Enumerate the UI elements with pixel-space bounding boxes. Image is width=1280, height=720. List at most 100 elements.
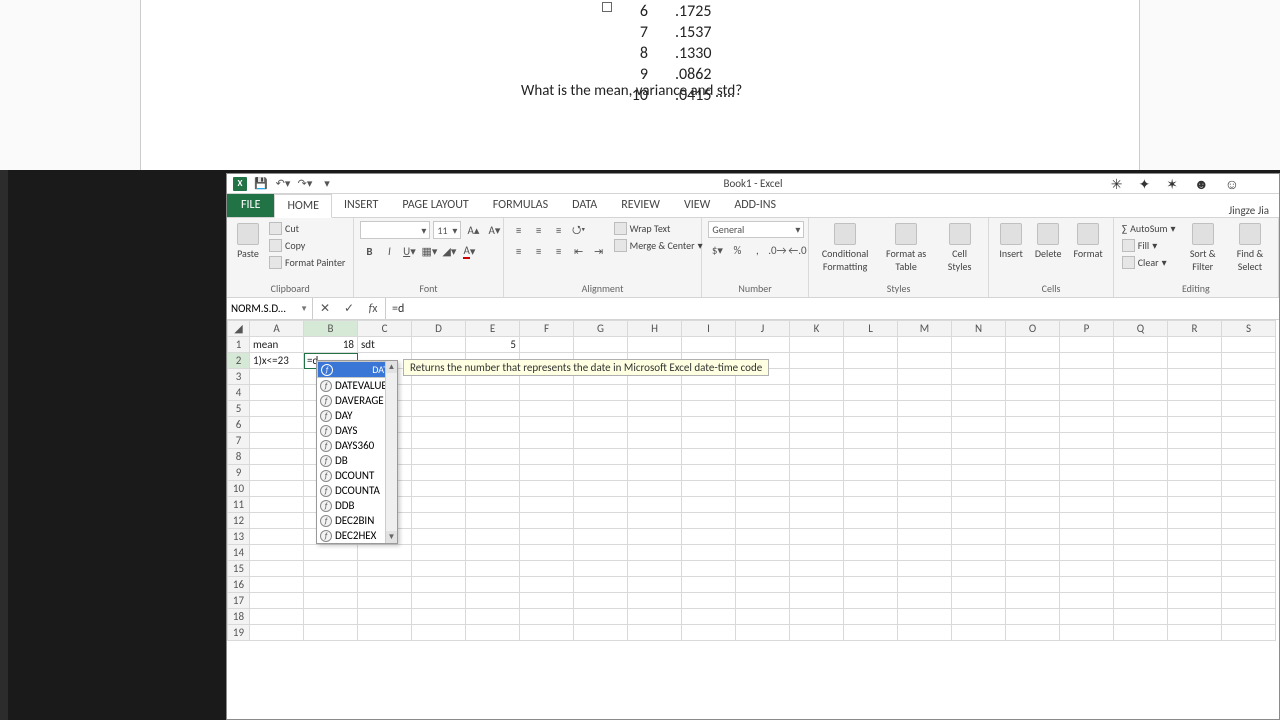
fill-color-button[interactable]: ◢▾ xyxy=(440,242,458,260)
tab-data[interactable]: DATA xyxy=(560,193,609,217)
italic-button[interactable]: I xyxy=(380,242,398,260)
row-header-10[interactable]: 10 xyxy=(228,481,250,497)
qat-redo-button[interactable]: ↷▾ xyxy=(297,176,313,192)
signed-in-user[interactable]: Jingze Jia xyxy=(1229,204,1279,217)
col-header-Q[interactable]: Q xyxy=(1114,321,1168,337)
fill-button[interactable]: Fill ▾ xyxy=(1120,238,1178,253)
row-header-17[interactable]: 17 xyxy=(228,593,250,609)
qat-undo-button[interactable]: ↶▾ xyxy=(275,176,291,192)
row-header-15[interactable]: 15 xyxy=(228,561,250,577)
tab-home[interactable]: HOME xyxy=(274,194,332,218)
row-header-4[interactable]: 4 xyxy=(228,385,250,401)
tab-formulas[interactable]: FORMULAS xyxy=(481,193,560,217)
row-header-18[interactable]: 18 xyxy=(228,609,250,625)
col-header-F[interactable]: F xyxy=(520,321,574,337)
name-box[interactable]: NORM.S.D…▼ xyxy=(227,298,313,319)
col-header-G[interactable]: G xyxy=(574,321,628,337)
row-header-1[interactable]: 1 xyxy=(228,337,250,353)
underline-button[interactable]: U▾ xyxy=(400,242,418,260)
align-middle-button[interactable]: ≡ xyxy=(530,221,548,239)
grid[interactable]: ◢ A B C D E F G H I J K L M N O P Q R S xyxy=(227,320,1279,719)
comma-button[interactable]: , xyxy=(748,241,766,259)
bold-button[interactable]: B xyxy=(360,242,378,260)
conditional-formatting-button[interactable]: Conditional Formatting xyxy=(815,221,876,275)
scroll-down-icon[interactable]: ▼ xyxy=(386,531,397,543)
tab-insert[interactable]: INSERT xyxy=(332,193,390,217)
copy-button[interactable]: Copy xyxy=(267,238,347,253)
enter-formula-button[interactable]: ✓ xyxy=(337,298,361,319)
col-header-L[interactable]: L xyxy=(844,321,898,337)
row-header-9[interactable]: 9 xyxy=(228,465,250,481)
row-header-14[interactable]: 14 xyxy=(228,545,250,561)
cell-A2[interactable]: 1)x<=23 xyxy=(250,353,304,369)
cell-styles-button[interactable]: Cell Styles xyxy=(937,221,983,275)
font-family-select[interactable]: ▾ xyxy=(360,221,430,239)
font-size-select[interactable]: 11▾ xyxy=(433,221,461,239)
clear-button[interactable]: Clear ▾ xyxy=(1120,255,1178,270)
col-header-R[interactable]: R xyxy=(1168,321,1222,337)
align-center-button[interactable]: ≡ xyxy=(530,242,548,260)
format-cells-button[interactable]: Format xyxy=(1069,221,1106,262)
row-header-13[interactable]: 13 xyxy=(228,529,250,545)
col-header-B[interactable]: B xyxy=(304,321,358,337)
cell-B1[interactable]: 18 xyxy=(304,337,358,353)
ac-scrollbar[interactable]: ▲ ▼ xyxy=(385,361,397,543)
insert-cells-button[interactable]: Insert xyxy=(995,221,1027,262)
col-header-H[interactable]: H xyxy=(628,321,682,337)
row-header-7[interactable]: 7 xyxy=(228,433,250,449)
row-header-11[interactable]: 11 xyxy=(228,497,250,513)
autosum-button[interactable]: ∑ AutoSum ▾ xyxy=(1120,221,1178,236)
qat-save-button[interactable]: 💾 xyxy=(253,176,269,192)
col-header-C[interactable]: C xyxy=(358,321,412,337)
cell-A1[interactable]: mean xyxy=(250,337,304,353)
cell-E1[interactable]: 5 xyxy=(466,337,520,353)
col-header-D[interactable]: D xyxy=(412,321,466,337)
percent-button[interactable]: % xyxy=(728,241,746,259)
increase-indent-button[interactable]: ⇥ xyxy=(590,242,608,260)
scroll-up-icon[interactable]: ▲ xyxy=(386,361,397,373)
col-header-J[interactable]: J xyxy=(736,321,790,337)
row-header-16[interactable]: 16 xyxy=(228,577,250,593)
cancel-formula-button[interactable]: ✕ xyxy=(313,298,337,319)
align-right-button[interactable]: ≡ xyxy=(550,242,568,260)
align-top-button[interactable]: ≡ xyxy=(510,221,528,239)
font-color-button[interactable]: A▾ xyxy=(460,242,478,260)
merge-center-button[interactable]: Merge & Center ▾ xyxy=(612,238,705,253)
accounting-format-button[interactable]: $▾ xyxy=(708,241,726,259)
col-header-I[interactable]: I xyxy=(682,321,736,337)
sort-filter-button[interactable]: Sort & Filter xyxy=(1182,221,1224,275)
row-header-3[interactable]: 3 xyxy=(228,369,250,385)
fx-button[interactable]: fx xyxy=(361,298,385,319)
borders-button[interactable]: ▦▾ xyxy=(420,242,438,260)
format-as-table-button[interactable]: Format as Table xyxy=(880,221,933,275)
formula-autocomplete-list[interactable]: ƒDATE ƒDATEVALUE ƒDAVERAGE ƒDAY ƒDAYS ƒD… xyxy=(316,360,398,544)
decrease-indent-button[interactable]: ⇤ xyxy=(570,242,588,260)
decrease-decimal-button[interactable]: ←.0 xyxy=(788,241,806,259)
tab-page-layout[interactable]: PAGE LAYOUT xyxy=(390,193,480,217)
orientation-button[interactable]: ⭯▾ xyxy=(570,221,588,239)
select-all-corner[interactable]: ◢ xyxy=(228,321,250,337)
row-header-6[interactable]: 6 xyxy=(228,417,250,433)
row-header-19[interactable]: 19 xyxy=(228,625,250,641)
paste-button[interactable]: Paste xyxy=(233,221,263,262)
format-painter-button[interactable]: Format Painter xyxy=(267,255,347,270)
row-header-12[interactable]: 12 xyxy=(228,513,250,529)
col-header-N[interactable]: N xyxy=(952,321,1006,337)
align-left-button[interactable]: ≡ xyxy=(510,242,528,260)
col-header-M[interactable]: M xyxy=(898,321,952,337)
grow-font-button[interactable]: A▴ xyxy=(464,221,482,239)
number-format-select[interactable]: General▾ xyxy=(708,221,804,238)
col-header-E[interactable]: E xyxy=(466,321,520,337)
col-header-S[interactable]: S xyxy=(1222,321,1276,337)
row-header-2[interactable]: 2 xyxy=(228,353,250,369)
col-header-O[interactable]: O xyxy=(1006,321,1060,337)
wrap-text-button[interactable]: Wrap Text xyxy=(612,221,705,236)
increase-decimal-button[interactable]: .0→ xyxy=(768,241,786,259)
qat-customize-button[interactable]: ▾ xyxy=(319,176,335,192)
shrink-font-button[interactable]: A▾ xyxy=(485,221,503,239)
col-header-P[interactable]: P xyxy=(1060,321,1114,337)
col-header-A[interactable]: A xyxy=(250,321,304,337)
row-header-8[interactable]: 8 xyxy=(228,449,250,465)
align-bottom-button[interactable]: ≡ xyxy=(550,221,568,239)
cell-D1[interactable] xyxy=(412,337,466,353)
